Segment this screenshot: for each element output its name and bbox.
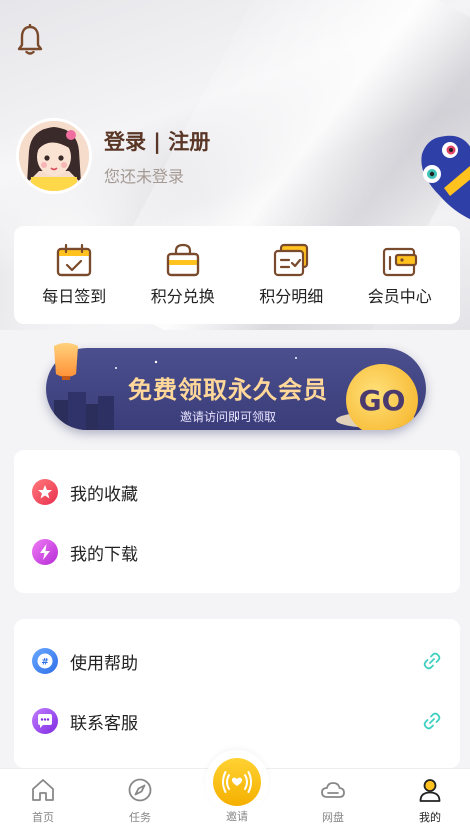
quick-action-label: 积分明细 xyxy=(259,287,324,306)
link-icon xyxy=(423,652,441,670)
customer-service-row[interactable]: 联系客服 xyxy=(14,691,460,751)
bell-icon[interactable] xyxy=(16,24,44,56)
row-label: 联系客服 xyxy=(70,713,138,734)
help-row[interactable]: # 使用帮助 xyxy=(14,631,460,691)
tab-home[interactable]: 首页 xyxy=(0,769,88,830)
quick-action-points-exchange[interactable]: 积分兑换 xyxy=(133,243,233,307)
banner-subtitle: 邀请访问即可领取 xyxy=(180,410,277,424)
tab-label: 网盘 xyxy=(322,811,344,824)
svg-text:#: # xyxy=(41,658,49,668)
person-icon xyxy=(419,779,441,802)
help-service-card: # 使用帮助 联系客服 xyxy=(14,619,460,768)
help-hash-icon: # xyxy=(32,648,58,674)
row-label: 使用帮助 xyxy=(70,653,138,674)
quick-action-label: 会员中心 xyxy=(367,287,432,306)
tab-label: 首页 xyxy=(32,811,54,824)
quick-action-member-center[interactable]: 会员中心 xyxy=(350,243,450,307)
quick-action-points-detail[interactable]: 积分明细 xyxy=(241,243,341,307)
shopping-bag-icon xyxy=(166,243,199,277)
tab-label: 任务 xyxy=(129,811,151,824)
quick-action-label: 积分兑换 xyxy=(150,287,215,306)
banner-go-button[interactable]: GO xyxy=(346,364,418,430)
my-favorites-row[interactable]: 我的收藏 xyxy=(14,462,460,522)
banner-title: 免费领取永久会员 xyxy=(128,376,328,404)
compass-icon xyxy=(128,778,152,802)
tab-label: 我的 xyxy=(419,811,441,824)
tab-invite[interactable] xyxy=(205,750,269,814)
lantern-icon xyxy=(54,343,78,380)
points-detail-icon xyxy=(274,243,309,277)
row-label: 我的下载 xyxy=(70,544,138,565)
chat-icon xyxy=(32,708,58,734)
tab-mine[interactable]: 我的 xyxy=(385,769,470,830)
quick-action-label: 每日签到 xyxy=(42,287,107,306)
tab-cloud-drive[interactable]: 网盘 xyxy=(288,769,378,830)
calendar-check-icon xyxy=(57,243,92,277)
lightning-icon xyxy=(32,539,58,565)
tab-label-invite: 邀请 xyxy=(226,810,248,823)
login-status-text: 您还未登录 xyxy=(104,167,185,186)
quick-action-daily-checkin[interactable]: 每日签到 xyxy=(24,243,124,307)
banner-background: 免费领取永久会员 邀请访问即可领取 GO xyxy=(46,348,426,430)
link-icon xyxy=(423,712,441,730)
invite-button-circle xyxy=(213,758,261,806)
free-membership-banner[interactable]: 免费领取永久会员 邀请访问即可领取 GO xyxy=(42,338,430,436)
member-wallet-icon xyxy=(382,247,417,277)
avatar[interactable] xyxy=(16,118,92,194)
quick-actions-card: 每日签到 积分兑换 积分明细 会员中心 xyxy=(14,226,460,324)
favorites-downloads-card: 我的收藏 我的下载 xyxy=(14,450,460,593)
tab-tasks[interactable]: 任务 xyxy=(95,769,185,830)
broadcast-icon xyxy=(222,771,252,793)
login-register-link[interactable]: 登录 | 注册 xyxy=(104,126,210,156)
home-icon xyxy=(32,779,54,801)
row-label: 我的收藏 xyxy=(70,484,138,505)
mascot-decoration xyxy=(421,135,470,220)
star-icon xyxy=(32,479,58,505)
my-downloads-row[interactable]: 我的下载 xyxy=(14,522,460,582)
cloud-icon xyxy=(321,782,345,798)
